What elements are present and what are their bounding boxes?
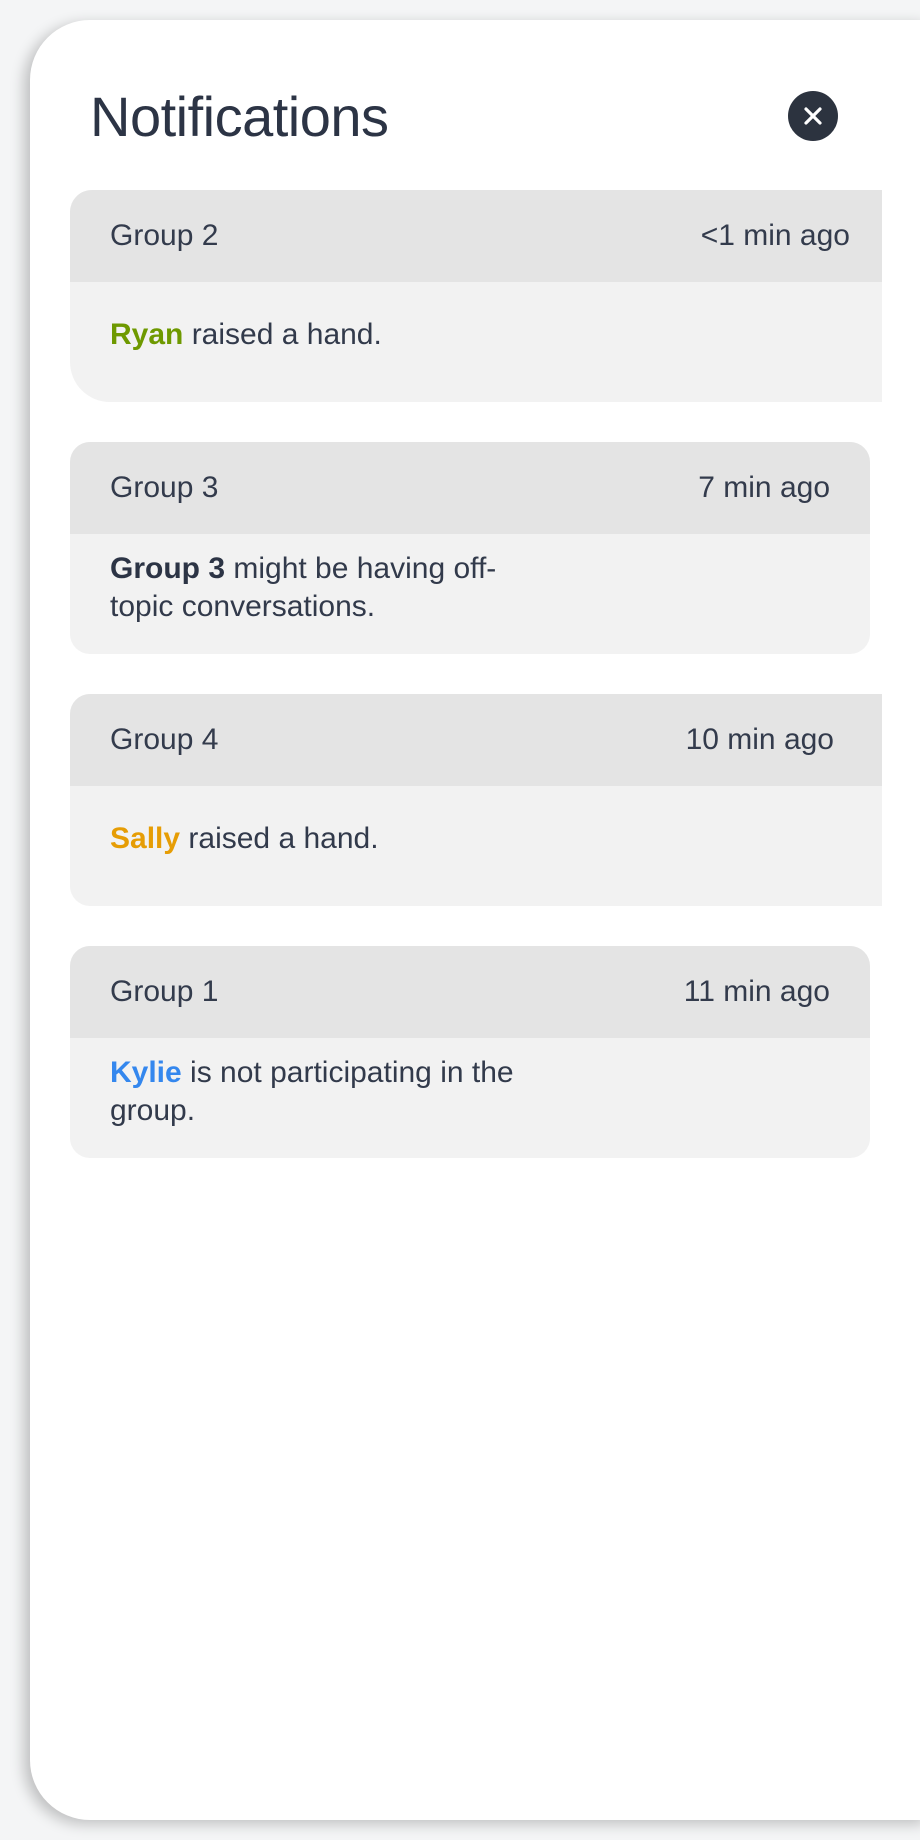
group-name: Group 4 — [110, 723, 219, 756]
group-subject: Group 3 — [110, 552, 226, 585]
notification-message: Kylie is not participating in the group. — [70, 1038, 870, 1130]
message-text: raised a hand. — [183, 318, 382, 351]
group-name: Group 3 — [110, 471, 219, 504]
panel-title: Notifications — [90, 85, 389, 148]
message-text: raised a hand. — [180, 822, 379, 855]
notification-card[interactable]: Group 3 7 min ago Group 3 might be havin… — [70, 442, 870, 654]
timestamp: 11 min ago — [683, 975, 830, 1008]
notification-message: Group 3 might be having off-topic conver… — [70, 534, 870, 626]
notification-header: Group 1 11 min ago — [70, 946, 870, 1038]
notification-header: Group 4 10 min ago — [70, 694, 882, 786]
group-name: Group 1 — [110, 975, 219, 1008]
timestamp: <1 min ago — [700, 219, 850, 252]
student-name: Kylie — [110, 1056, 182, 1089]
notifications-panel: Notifications Group 2 <1 min ago Ryan ra… — [30, 20, 920, 1820]
notification-message: Ryan raised a hand. — [70, 282, 882, 354]
group-name: Group 2 — [110, 219, 219, 252]
notification-header: Group 2 <1 min ago — [70, 190, 882, 282]
notification-message: Sally raised a hand. — [70, 786, 882, 858]
notification-card[interactable]: Group 2 <1 min ago Ryan raised a hand. — [70, 190, 882, 402]
student-name: Sally — [110, 822, 181, 855]
notification-card[interactable]: Group 4 10 min ago Sally raised a hand. — [70, 694, 882, 906]
student-name: Ryan — [110, 318, 184, 351]
close-icon — [804, 107, 822, 125]
timestamp: 7 min ago — [698, 471, 830, 504]
notification-card[interactable]: Group 1 11 min ago Kylie is not particip… — [70, 946, 870, 1158]
close-button[interactable] — [788, 91, 838, 141]
notification-header: Group 3 7 min ago — [70, 442, 870, 534]
timestamp: 10 min ago — [685, 723, 834, 756]
